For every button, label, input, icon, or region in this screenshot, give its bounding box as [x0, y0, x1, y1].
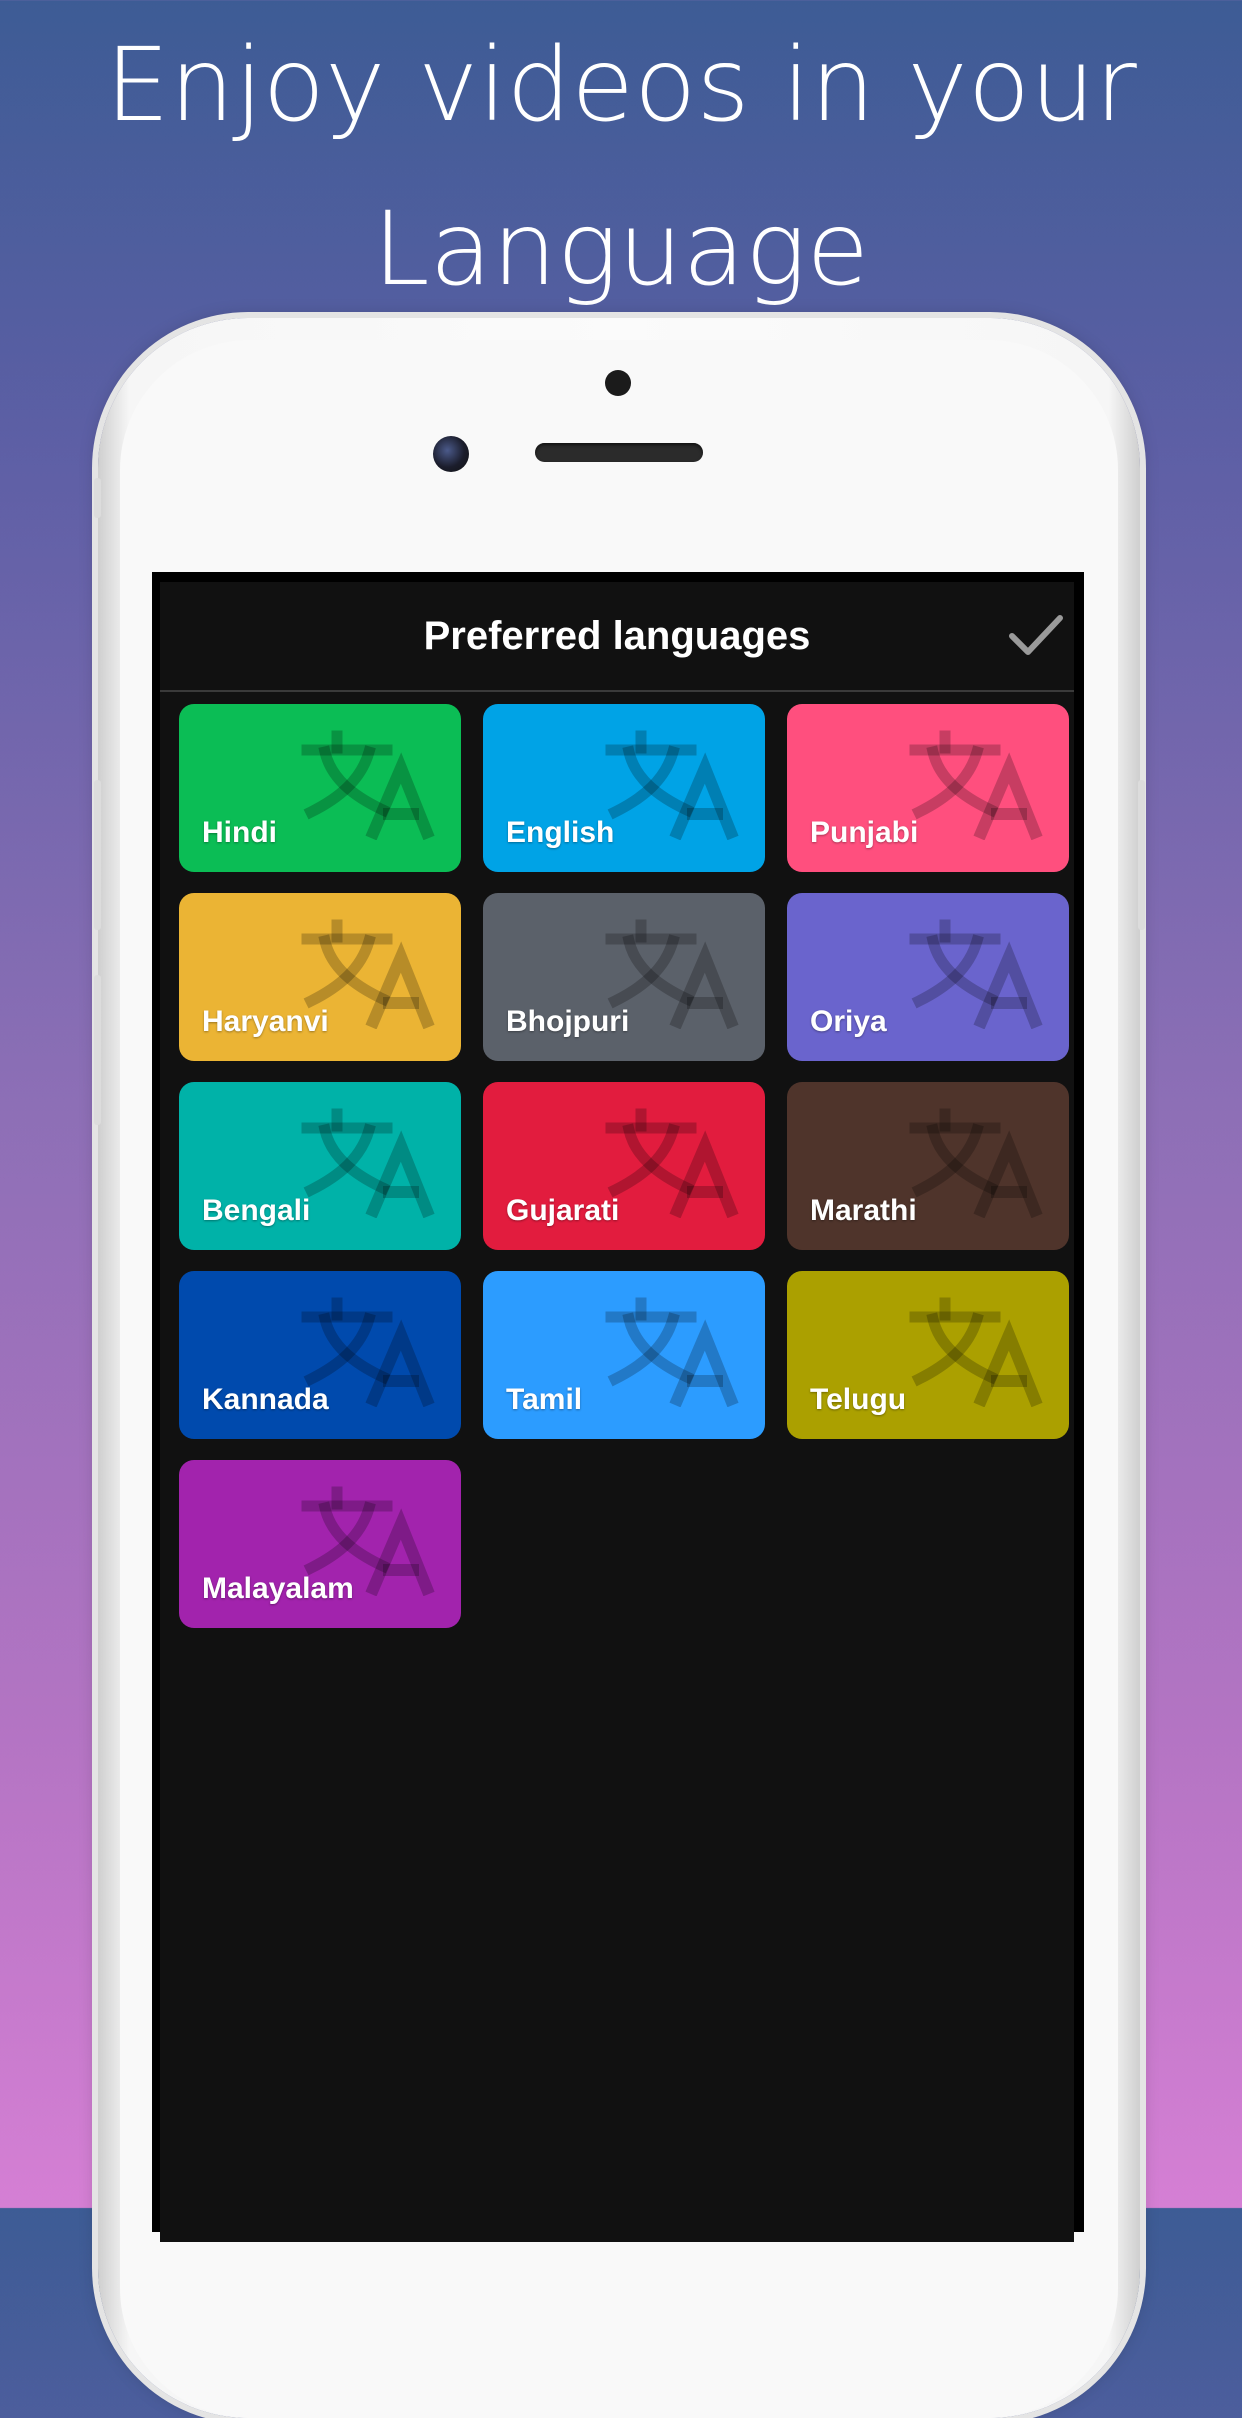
language-tile-telugu[interactable]: Telugu	[787, 1271, 1069, 1439]
translate-icon	[605, 1108, 739, 1218]
phone-screen: Preferred languages Hindi English Punjab…	[152, 572, 1084, 2242]
headline-line-2: Language	[372, 190, 870, 309]
language-tile-gujarati[interactable]: Gujarati	[483, 1082, 765, 1250]
earpiece-speaker	[535, 443, 703, 462]
translate-icon	[301, 730, 435, 840]
app-header: Preferred languages	[160, 582, 1074, 692]
translate-icon	[909, 1297, 1043, 1407]
language-label: Kannada	[202, 1383, 329, 1416]
language-tile-english[interactable]: English	[483, 704, 765, 872]
front-camera	[433, 436, 469, 472]
phone-side-button	[94, 478, 101, 518]
phone-power-button	[1138, 780, 1145, 930]
language-label: Haryanvi	[202, 1005, 329, 1038]
language-tile-tamil[interactable]: Tamil	[483, 1271, 765, 1439]
language-tile-haryanvi[interactable]: Haryanvi	[179, 893, 461, 1061]
language-tile-oriya[interactable]: Oriya	[787, 893, 1069, 1061]
translate-icon	[605, 1297, 739, 1407]
language-label: Gujarati	[506, 1194, 620, 1227]
translate-icon	[909, 1108, 1043, 1218]
language-label: Telugu	[810, 1383, 907, 1416]
headline-line-1: Enjoy videos in your	[105, 26, 1137, 145]
language-label: Marathi	[810, 1194, 917, 1227]
language-label: Bhojpuri	[506, 1005, 630, 1038]
checkmark-icon[interactable]	[1008, 612, 1064, 658]
language-tile-bengali[interactable]: Bengali	[179, 1082, 461, 1250]
language-label: Punjabi	[810, 816, 919, 849]
promo-headline: Enjoy videos in your Language	[0, 0, 1242, 332]
language-label: Hindi	[202, 816, 277, 849]
translate-icon	[909, 730, 1043, 840]
language-tile-malayalam[interactable]: Malayalam	[179, 1460, 461, 1628]
language-grid: Hindi English Punjabi Haryanvi Bhojpuri …	[179, 704, 1069, 1628]
language-tile-bhojpuri[interactable]: Bhojpuri	[483, 893, 765, 1061]
language-label: Oriya	[810, 1005, 887, 1038]
language-tile-kannada[interactable]: Kannada	[179, 1271, 461, 1439]
language-picker-screen: Preferred languages Hindi English Punjab…	[160, 582, 1074, 2242]
language-tile-punjabi[interactable]: Punjabi	[787, 704, 1069, 872]
phone-volume-down	[94, 975, 101, 1125]
language-tile-marathi[interactable]: Marathi	[787, 1082, 1069, 1250]
language-tile-hindi[interactable]: Hindi	[179, 704, 461, 872]
language-label: Bengali	[202, 1194, 311, 1227]
translate-icon	[605, 730, 739, 840]
translate-icon	[301, 1108, 435, 1218]
language-label: Malayalam	[202, 1572, 354, 1605]
proximity-sensor	[605, 370, 631, 396]
translate-icon	[909, 919, 1043, 1029]
screen-title: Preferred languages	[423, 614, 811, 658]
language-label: Tamil	[506, 1383, 583, 1416]
phone-volume-up	[94, 780, 101, 930]
language-label: English	[506, 816, 615, 849]
